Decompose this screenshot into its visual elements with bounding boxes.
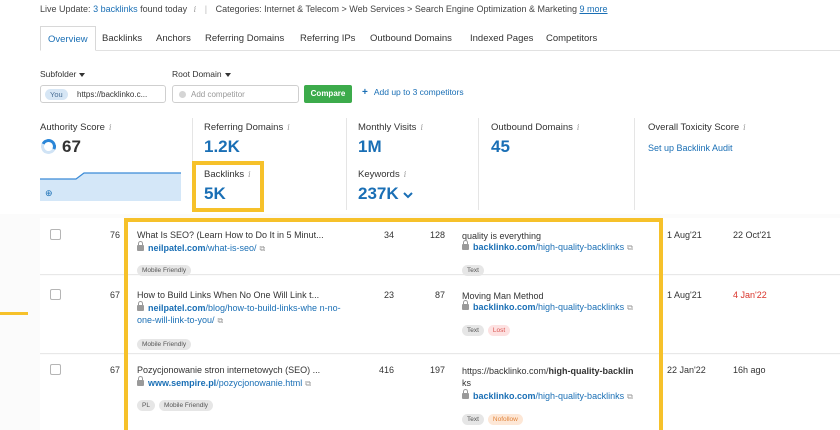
tab-outbound-domains[interactable]: Outbound Domains: [370, 26, 452, 51]
zoom-icon[interactable]: ⊕: [45, 188, 53, 199]
authority-ring-icon: [38, 136, 59, 157]
divider: [478, 118, 479, 210]
info-icon[interactable]: i: [404, 170, 407, 179]
row-checkbox[interactable]: [50, 364, 61, 375]
domain-field[interactable]: You https://backlinko.c...: [40, 85, 166, 103]
tab-indexed-pages[interactable]: Indexed Pages: [470, 26, 533, 51]
monthly-visits-value[interactable]: 1M: [358, 137, 382, 157]
authority-score-label: Authority Score i: [40, 122, 112, 133]
root-domain-label: Root Domain: [172, 69, 222, 79]
pointer-line: [0, 312, 28, 315]
authority-score-text: Authority Score: [40, 122, 105, 133]
row-checkbox[interactable]: [50, 289, 61, 300]
info-icon[interactable]: i: [420, 123, 423, 132]
you-badge: You: [45, 89, 68, 100]
last-seen: 16h ago: [733, 365, 766, 375]
setup-audit-link[interactable]: Set up Backlink Audit: [648, 143, 733, 153]
compare-button[interactable]: Compare: [304, 85, 352, 103]
overview-panel: Live Update: 3 backlinks found today i |…: [0, 0, 840, 210]
outbound-domains-label: Outbound Domains i: [491, 122, 579, 133]
info-icon[interactable]: i: [577, 123, 580, 132]
tab-referring-domains[interactable]: Referring Domains: [205, 26, 284, 51]
competitor-dot-icon: [179, 91, 186, 98]
toxicity-score-label: Overall Toxicity Score i: [648, 122, 746, 133]
page-score: 76: [109, 230, 120, 240]
subfolder-dropdown[interactable]: Subfolder: [40, 69, 86, 79]
keywords-label: Keywords i: [358, 169, 406, 180]
toxicity-score-text: Overall Toxicity Score: [648, 122, 740, 133]
referring-domains-text: Referring Domains: [204, 122, 284, 133]
backlinks-found-link[interactable]: 3 backlinks: [93, 4, 138, 14]
tab-overview[interactable]: Overview: [40, 26, 96, 51]
page-score: 67: [109, 290, 120, 300]
monthly-visits-label: Monthly Visits i: [358, 122, 423, 133]
competitor-placeholder: Add competitor: [191, 90, 245, 99]
live-update-prefix: Live Update:: [40, 4, 91, 14]
info-icon[interactable]: i: [743, 123, 746, 132]
live-update-bar: Live Update: 3 backlinks found today i |…: [40, 4, 608, 14]
keywords-number: 237K: [358, 184, 399, 203]
monthly-visits-text: Monthly Visits: [358, 122, 417, 133]
last-seen: 22 Oct'21: [733, 230, 772, 240]
last-seen: 4 Jan'22: [733, 290, 767, 300]
tab-anchors[interactable]: Anchors: [156, 26, 191, 51]
info-icon[interactable]: i: [109, 123, 112, 132]
domain-value: https://backlinko.c...: [77, 90, 148, 99]
referring-domains-label: Referring Domains i: [204, 122, 290, 133]
competitor-input[interactable]: Add competitor: [172, 85, 299, 103]
info-icon[interactable]: i: [194, 5, 197, 14]
tab-referring-ips[interactable]: Referring IPs: [300, 26, 355, 51]
chevron-down-icon: [79, 72, 86, 77]
tab-bar: Overview Backlinks Anchors Referring Dom…: [40, 26, 840, 51]
more-categories-link[interactable]: 9 more: [580, 4, 608, 14]
page-score: 67: [109, 365, 120, 375]
outbound-domains-value[interactable]: 45: [491, 137, 510, 157]
first-seen: 22 Jan'22: [667, 365, 706, 375]
keywords-text: Keywords: [358, 169, 400, 180]
tab-backlinks[interactable]: Backlinks: [102, 26, 142, 51]
add-competitors-link[interactable]: + Add up to 3 competitors: [362, 87, 464, 98]
keywords-value[interactable]: 237K: [358, 184, 414, 204]
first-seen: 1 Aug'21: [667, 290, 702, 300]
categories-label: Categories:: [215, 4, 262, 14]
backlinks-highlight: [192, 161, 264, 212]
chevron-down-icon: [224, 72, 231, 77]
add-competitors-label: Add up to 3 competitors: [373, 87, 464, 97]
backlinks-list-highlight: [124, 218, 663, 430]
live-update-suffix: found today: [140, 4, 188, 14]
info-icon[interactable]: i: [287, 123, 290, 132]
divider: [634, 118, 635, 210]
authority-score-value: 67: [62, 137, 81, 156]
tab-competitors[interactable]: Competitors: [546, 26, 597, 51]
first-seen: 1 Aug'21: [667, 230, 702, 240]
referring-domains-value[interactable]: 1.2K: [204, 137, 240, 157]
categories-value: Internet & Telecom > Web Services > Sear…: [264, 4, 577, 14]
root-domain-dropdown[interactable]: Root Domain: [172, 69, 231, 79]
divider: |: [204, 4, 208, 14]
divider: [346, 118, 347, 210]
subfolder-label: Subfolder: [40, 69, 77, 79]
row-checkbox[interactable]: [50, 229, 61, 240]
plus-icon: +: [362, 87, 368, 98]
chevron-down-icon: [403, 191, 414, 198]
authority-sparkline: [40, 172, 181, 201]
outbound-domains-text: Outbound Domains: [491, 122, 573, 133]
